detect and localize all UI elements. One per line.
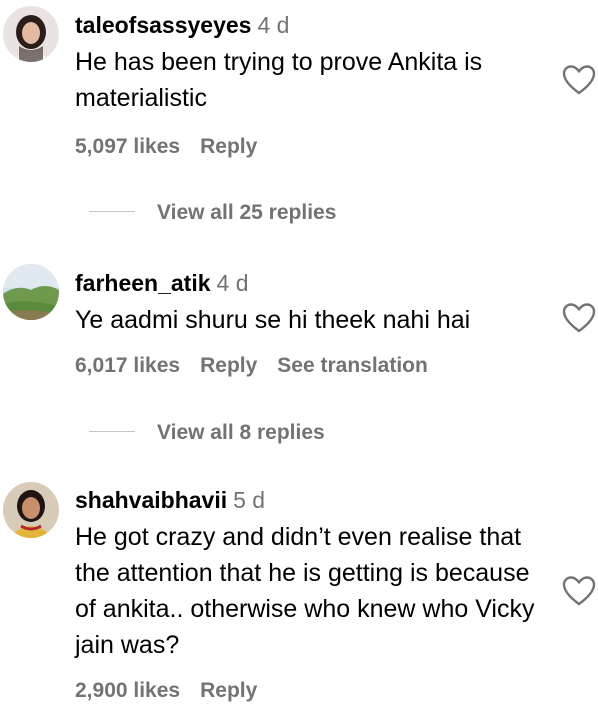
woman-portrait-avatar-icon — [3, 6, 59, 62]
comment-text: He has been trying to prove Ankita is ma… — [75, 48, 483, 112]
reply-button[interactable]: Reply — [200, 135, 257, 158]
likes-count[interactable]: 6,017 likes — [75, 354, 180, 377]
divider — [89, 210, 135, 212]
like-button[interactable] — [562, 64, 596, 96]
avatar[interactable] — [3, 6, 59, 62]
likes-count[interactable]: 2,900 likes — [75, 679, 180, 702]
reply-button[interactable]: Reply — [200, 354, 257, 377]
view-replies-label: View all 25 replies — [157, 201, 337, 224]
view-replies-button[interactable]: View all 8 replies — [75, 419, 325, 447]
comment-meta: 5,097 likes Reply — [75, 133, 277, 161]
like-button[interactable] — [562, 575, 596, 607]
divider — [89, 430, 135, 432]
heart-outline-icon — [562, 303, 596, 333]
view-replies-label: View all 8 replies — [157, 421, 325, 444]
see-translation-button[interactable]: See translation — [277, 354, 428, 377]
likes-count[interactable]: 5,097 likes — [75, 135, 180, 158]
comment-text: Ye aadmi shuru se hi theek nahi hai — [75, 306, 471, 334]
username[interactable]: shahvaibhavii — [75, 487, 227, 513]
avatar[interactable] — [3, 482, 59, 538]
heart-outline-icon — [562, 65, 596, 95]
username[interactable]: taleofsassyeyes — [75, 12, 251, 38]
heart-outline-icon — [562, 576, 596, 606]
avatar[interactable] — [3, 264, 59, 320]
woman-yellow-avatar-icon — [3, 482, 59, 538]
comment-text: He got crazy and didn’t even realise tha… — [75, 523, 535, 659]
timestamp: 4 d — [216, 270, 249, 296]
comment-meta: 6,017 likes Reply See translation — [75, 352, 448, 380]
view-replies-button[interactable]: View all 25 replies — [75, 199, 336, 227]
comment-meta: 2,900 likes Reply — [75, 677, 277, 705]
reply-button[interactable]: Reply — [200, 679, 257, 702]
timestamp: 4 d — [257, 12, 290, 38]
landscape-avatar-icon — [3, 264, 59, 320]
username[interactable]: farheen_atik — [75, 270, 211, 296]
like-button[interactable] — [562, 302, 596, 334]
timestamp: 5 d — [233, 487, 266, 513]
